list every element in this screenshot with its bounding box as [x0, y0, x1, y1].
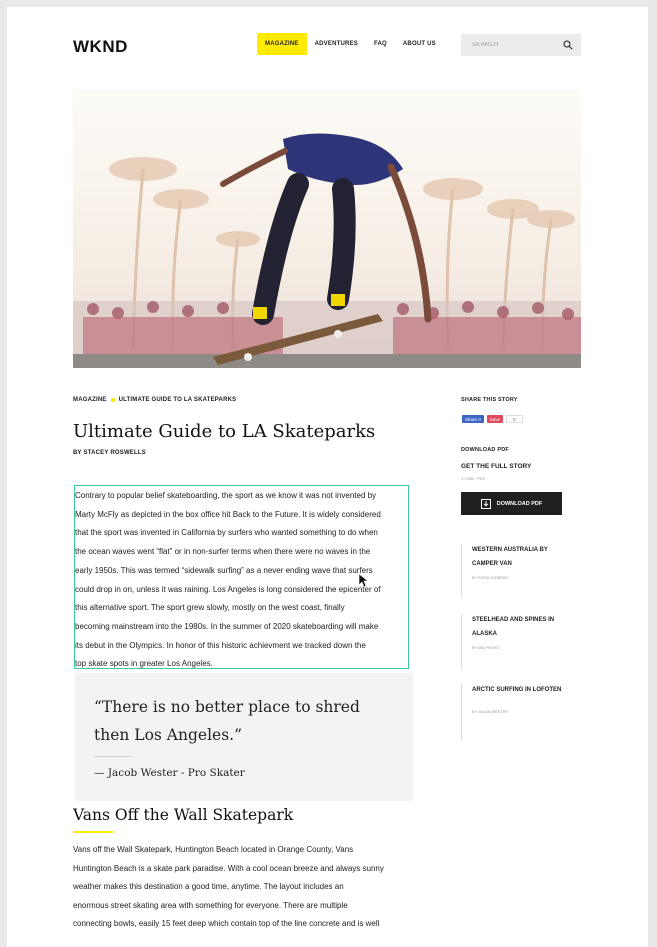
body-line: that the sport was invented in Californi…: [75, 528, 378, 538]
main-nav: MAGAZINE ADVENTURES FAQ ABOUT US: [257, 33, 444, 55]
nav-item-adventures[interactable]: ADVENTURES: [307, 33, 366, 55]
breadcrumb-item-current: ULTIMATE GUIDE TO LA SKATEPARKS: [118, 397, 237, 403]
breadcrumb-separator: [110, 398, 115, 402]
search-box: [461, 34, 581, 56]
nav-item-faq[interactable]: FAQ: [366, 33, 395, 55]
section-line: weather makes this destination a good ti…: [73, 882, 344, 892]
related-title[interactable]: WESTERN AUSTRALIA BY CAMPER VAN: [472, 544, 572, 571]
quote-divider: [94, 756, 132, 757]
section-line: Vans off the Wall Skatepark, Huntington …: [73, 845, 354, 854]
download-button-label: DOWNLOAD PDF: [496, 500, 543, 507]
body-line: top skate spots in greater Los Angeles.: [75, 659, 213, 669]
body-line: becoming mainstream into the 1980s. In t…: [75, 621, 379, 631]
mouse-cursor-icon: [359, 574, 369, 588]
breadcrumb: MAGAZINE ULTIMATE GUIDE TO LA SKATEPARKS: [73, 397, 236, 403]
related-author: BY JACOB WESTER: [472, 710, 509, 714]
quote-author: — Jacob Wester - Pro Skater: [94, 767, 245, 779]
share-count: 0: [506, 415, 523, 423]
related-author: BY IAN PROVO: [472, 646, 500, 650]
pinterest-save-button[interactable]: Save: [486, 415, 504, 423]
section-line: enormous street skating area with someth…: [73, 900, 348, 910]
share-buttons: Share 0 Save 0: [462, 415, 523, 423]
hero-image: [73, 89, 581, 368]
facebook-share-button[interactable]: Share 0: [462, 415, 484, 423]
quote-text: “There is no better place to shred then …: [94, 698, 360, 744]
related-title[interactable]: ARCTIC SURFING IN LOFOTEN: [472, 684, 572, 705]
section-line: Huntington Beach is a skate park paradis…: [73, 863, 384, 873]
body-line: this alternative sport. The sport grew s…: [75, 603, 345, 613]
section-body-text: Vans off the Wall Skatepark, Huntington …: [73, 841, 413, 934]
section-title: Vans Off the Wall Skatepark: [73, 806, 294, 824]
download-icon: [480, 498, 491, 509]
body-line: Marty McFly as depicted in the box offic…: [75, 509, 381, 519]
nav-item-magazine[interactable]: MAGAZINE: [257, 33, 307, 55]
search-icon[interactable]: [563, 40, 573, 50]
body-line: its debut in the Olympics. In honor of t…: [75, 640, 366, 650]
download-label: DOWNLOAD PDF: [461, 447, 509, 453]
related-article[interactable]: WESTERN AUSTRALIA BY CAMPER VAN BY SOFIA…: [461, 544, 581, 598]
body-line: Contrary to popular belief skateboarding…: [75, 491, 377, 500]
section-title-underline: [73, 831, 113, 833]
breadcrumb-item-magazine[interactable]: MAGAZINE: [73, 397, 107, 403]
related-title[interactable]: STEELHEAD AND SPINES IN ALASKA: [472, 614, 572, 641]
search-input[interactable]: [470, 41, 564, 49]
pdf-meta: 1.3 MB · PDF: [461, 476, 486, 481]
page: WKND MAGAZINE ADVENTURES FAQ ABOUT US SE…: [7, 7, 648, 947]
share-label: SHARE THIS STORY: [461, 397, 518, 403]
site-logo[interactable]: WKND: [73, 37, 128, 57]
related-article[interactable]: ARCTIC SURFING IN LOFOTEN BY JACOB WESTE…: [461, 684, 581, 740]
get-full-story-heading: GET THE FULL STORY: [461, 463, 532, 470]
section-line: connecting bowls, easily 15 feet deep wh…: [73, 919, 380, 929]
related-article[interactable]: STEELHEAD AND SPINES IN ALASKA BY IAN PR…: [461, 614, 581, 670]
nav-item-about-us[interactable]: ABOUT US: [395, 33, 444, 55]
article-byline: BY STACEY ROSWELLS: [73, 450, 146, 456]
download-pdf-button[interactable]: DOWNLOAD PDF: [461, 492, 562, 515]
article-title: Ultimate Guide to LA Skateparks: [73, 421, 376, 442]
pull-quote: “There is no better place to shred then …: [75, 673, 413, 801]
related-author: BY SOFIA SJÖBERG: [472, 576, 509, 580]
body-line: the ocean waves went “flat” or in non-su…: [75, 547, 371, 557]
